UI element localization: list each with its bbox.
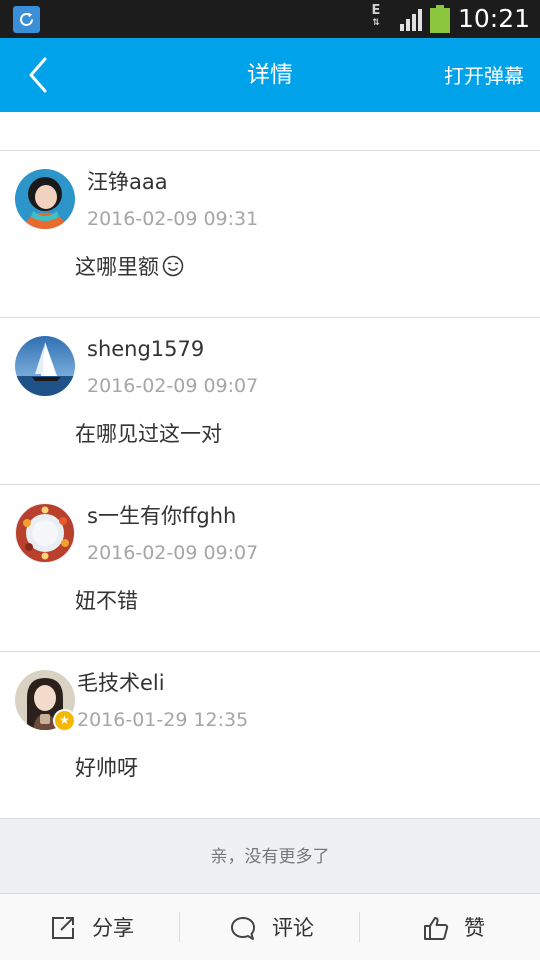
like-label: 赞 xyxy=(464,916,485,940)
chevron-left-icon xyxy=(29,57,47,93)
data-arrows-icon: ⇅ xyxy=(372,18,380,28)
comment-item[interactable]: ★ 毛技术eli 2016-01-29 12:35 好帅呀 xyxy=(0,652,540,819)
comment-text: 妞不错 xyxy=(75,589,138,613)
network-type: E xyxy=(371,3,381,18)
bottom-toolbar: 分享 评论 赞 xyxy=(0,894,540,960)
star-badge-icon: ★ xyxy=(53,709,76,732)
page-title: 详情 xyxy=(247,62,293,88)
like-button[interactable]: 赞 xyxy=(360,894,540,960)
comment-item[interactable]: sheng1579 2016-02-09 09:07 在哪见过这一对 xyxy=(0,318,540,485)
refresh-app-icon xyxy=(13,6,40,33)
comment-bubble-icon xyxy=(231,917,255,940)
avatar[interactable] xyxy=(15,169,75,229)
comment-text-line: 这哪里额 xyxy=(75,251,184,283)
network-indicator: E ⇅ xyxy=(368,4,384,34)
detail-screen: E ⇅ 10:21 详情 打开弹幕 汪铮aaa 2016-02-09 09:31… xyxy=(0,0,540,960)
comment-time: 2016-02-09 09:07 xyxy=(87,375,259,397)
comment-item[interactable]: s一生有你ffghh 2016-02-09 09:07 妞不错 xyxy=(0,485,540,652)
comment-username[interactable]: 毛技术eli xyxy=(77,668,165,698)
comment-text: 这哪里额 xyxy=(75,255,159,279)
no-more-footer: 亲，没有更多了 xyxy=(0,819,540,894)
comment-label: 评论 xyxy=(272,916,314,940)
status-bar: E ⇅ 10:21 xyxy=(0,0,540,38)
comment-list[interactable]: 汪铮aaa 2016-02-09 09:31 这哪里额 sheng1579 20… xyxy=(0,151,540,819)
comment-time: 2016-02-09 09:07 xyxy=(87,542,259,564)
comment-time: 2016-01-29 12:35 xyxy=(77,709,249,731)
thumbs-up-icon xyxy=(424,917,449,940)
status-time: 10:21 xyxy=(458,4,531,33)
open-danmaku-button[interactable]: 打开弹幕 xyxy=(444,38,524,112)
share-label: 分享 xyxy=(92,916,134,940)
back-button[interactable] xyxy=(18,52,62,98)
signal-icon xyxy=(400,9,422,31)
comment-username[interactable]: sheng1579 xyxy=(87,334,204,364)
top-spacer xyxy=(0,112,540,151)
avatar[interactable] xyxy=(15,336,75,396)
comment-text: 好帅呀 xyxy=(75,756,138,780)
comment-time: 2016-02-09 09:31 xyxy=(87,208,259,230)
battery-icon xyxy=(430,5,450,33)
share-icon xyxy=(52,917,74,939)
comment-username[interactable]: s一生有你ffghh xyxy=(87,501,236,531)
share-button[interactable]: 分享 xyxy=(0,894,179,960)
smile-emoji-icon xyxy=(162,255,184,277)
comment-button[interactable]: 评论 xyxy=(180,894,359,960)
comment-text: 在哪见过这一对 xyxy=(75,422,222,446)
comment-username[interactable]: 汪铮aaa xyxy=(87,167,168,197)
title-bar: 详情 打开弹幕 xyxy=(0,38,540,112)
comment-item[interactable]: 汪铮aaa 2016-02-09 09:31 这哪里额 xyxy=(0,151,540,318)
avatar[interactable] xyxy=(15,503,75,563)
